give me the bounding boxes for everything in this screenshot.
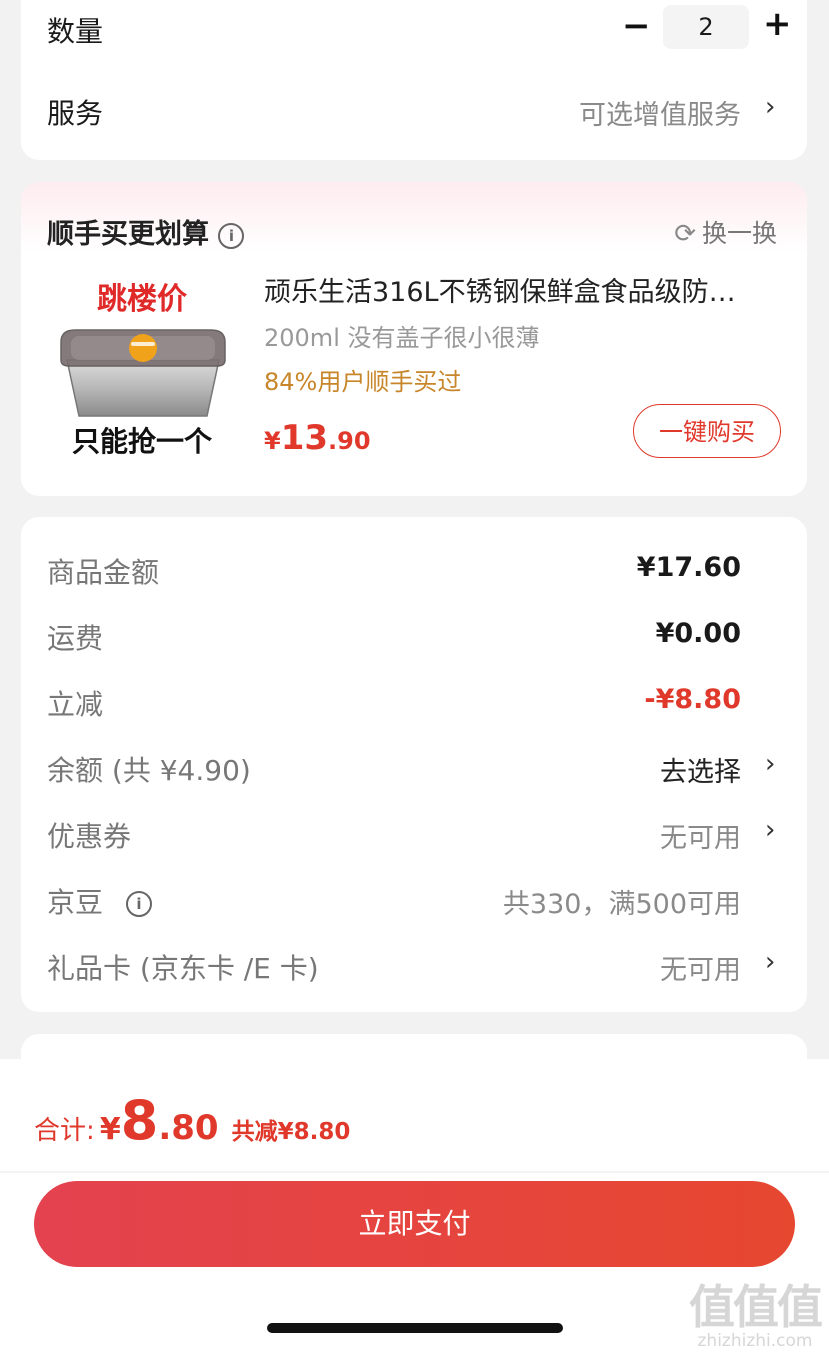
discount-value: -¥8.80 — [644, 684, 741, 715]
watermark-url: zhizhizhi.com — [697, 1331, 813, 1351]
quantity-service-card: 数量 − 2 + 服务 可选增值服务 › — [21, 0, 807, 160]
product-buyers-note: 84%用户顺手买过 — [264, 368, 462, 396]
shipping-value: ¥0.00 — [655, 618, 741, 649]
pay-now-button[interactable]: 立即支付 — [34, 1181, 795, 1267]
recommendation-title: 顺手买更划算 i — [47, 212, 245, 251]
checkout-bar: 合计: ¥8.80 共减¥8.80 立即支付 值值值 zhizhizhi.com — [0, 1059, 829, 1353]
balance-label: 余额 (共 ¥4.90) — [47, 754, 251, 787]
total-saved: 共减¥8.80 — [231, 1119, 351, 1145]
gift-card-chevron-icon[interactable]: › — [765, 947, 775, 977]
order-summary-card: 商品金额 ¥17.60 运费 ¥0.00 立减 -¥8.80 余额 (共 ¥4.… — [21, 517, 807, 1012]
service-label: 服务 — [47, 97, 104, 130]
coupon-label: 优惠券 — [47, 820, 132, 853]
swap-button[interactable]: ⟳ 换一换 — [674, 214, 777, 250]
total-symbol: ¥ — [99, 1112, 121, 1147]
watermark-logo: 值值值 zhizhizhi.com — [689, 1271, 823, 1351]
jingdou-label: 京豆 i — [47, 881, 152, 921]
gift-card-label: 礼品卡 (京东卡 /E 卡) — [47, 952, 319, 985]
watermark-logo-text: 值值值 — [689, 1280, 823, 1334]
total-label: 合计: — [34, 1116, 95, 1146]
balance-chevron-icon[interactable]: › — [765, 749, 775, 779]
price-symbol: ¥ — [264, 427, 281, 455]
info-icon[interactable]: i — [218, 222, 245, 249]
quantity-decrease-button[interactable]: − — [622, 6, 651, 46]
product-image-slogan: 只能抢一个 — [71, 425, 212, 458]
discount-label: 立减 — [47, 688, 104, 721]
home-indicator[interactable] — [267, 1323, 563, 1333]
product-price: ¥13.90 — [264, 418, 371, 458]
one-click-buy-button[interactable]: 一键购买 — [633, 404, 781, 458]
shipping-label: 运费 — [47, 622, 104, 655]
jingdou-info-icon[interactable]: i — [125, 891, 152, 917]
product-image-promo-text: 跳楼价 — [97, 282, 187, 317]
recommendation-card: 顺手买更划算 i ⟳ 换一换 跳楼价 只能抢一个 顽乐生活316L不锈钢保鲜盒食品… — [21, 182, 807, 496]
goods-amount-label: 商品金额 — [47, 556, 160, 589]
recommendation-title-text: 顺手买更划算 — [47, 219, 209, 250]
steel-container-illustration — [60, 329, 226, 417]
product-spec: 200ml 没有盖子很小很薄 — [264, 324, 540, 352]
quantity-input[interactable]: 2 — [663, 5, 749, 49]
divider — [0, 1171, 829, 1173]
jingdou-label-text: 京豆 — [47, 886, 104, 919]
quantity-increase-button[interactable]: + — [763, 4, 792, 44]
service-chevron-icon[interactable]: › — [765, 92, 775, 122]
total-integer: 8 — [120, 1089, 159, 1152]
quantity-label: 数量 — [47, 15, 104, 48]
balance-value[interactable]: 去选择 — [660, 750, 741, 789]
coupon-chevron-icon[interactable]: › — [765, 815, 775, 845]
jingdou-value: 共330，满500可用 — [502, 889, 741, 920]
service-value[interactable]: 可选增值服务 — [579, 93, 741, 132]
total-decimal: .80 — [158, 1108, 219, 1148]
price-decimal: .90 — [328, 427, 371, 455]
product-image[interactable]: 跳楼价 只能抢一个 — [47, 272, 237, 462]
swap-label: 换一换 — [701, 219, 777, 248]
total-amount: 合计: ¥8.80 共减¥8.80 — [34, 1089, 350, 1152]
gift-card-value[interactable]: 无可用 — [660, 948, 741, 987]
goods-amount-value: ¥17.60 — [636, 552, 741, 583]
product-name[interactable]: 顽乐生活316L不锈钢保鲜盒食品级防… — [264, 270, 784, 309]
coupon-value[interactable]: 无可用 — [660, 816, 741, 855]
refresh-icon: ⟳ — [674, 219, 696, 249]
price-integer: 13 — [280, 418, 329, 458]
